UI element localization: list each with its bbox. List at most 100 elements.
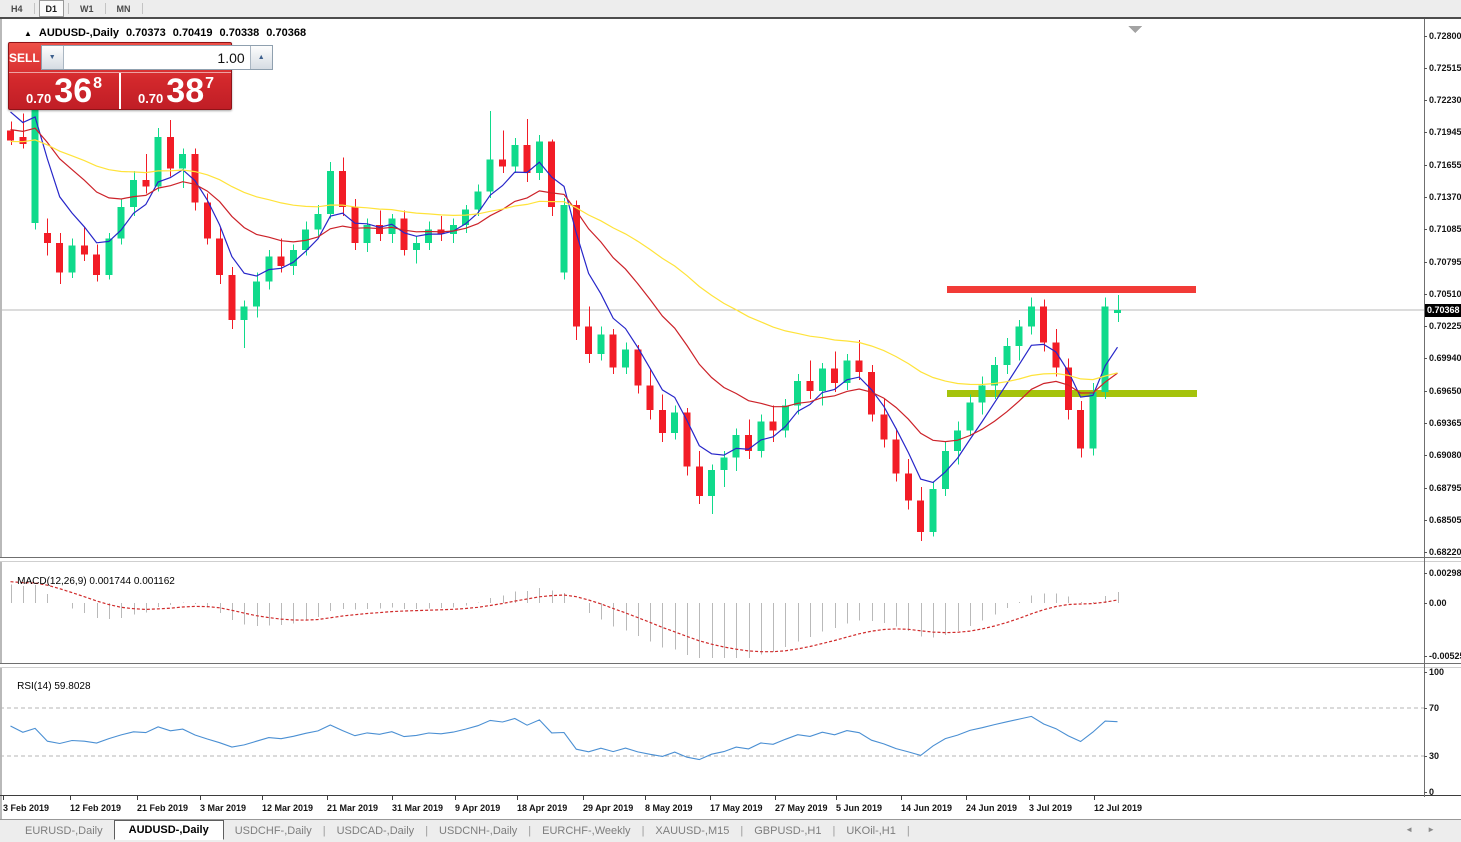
buy-button[interactable]: BUY (274, 43, 299, 72)
date-tick (966, 796, 967, 800)
candle-body (757, 422, 764, 451)
volume-increase-icon[interactable]: ▲ (250, 46, 272, 69)
bid-price[interactable]: 0.70 36 8 (9, 73, 121, 109)
macd-axis-label-tick (1424, 656, 1427, 657)
price-axis-label-tick (1424, 488, 1427, 489)
tab-xauusd-m15[interactable]: XAUUSD-,M15 (644, 822, 740, 840)
price-axis-label-tick (1424, 423, 1427, 424)
date-axis-label: 9 Apr 2019 (455, 802, 500, 814)
chart-symbol: AUDUSD-,Daily (39, 27, 119, 39)
price-axis-label: 0.68505 (1429, 515, 1461, 526)
rsi-axis-label-tick (1424, 672, 1427, 673)
rsi-value: 59.8028 (54, 681, 90, 692)
tab-scroll-right-icon[interactable]: ► (1427, 825, 1435, 834)
price-axis-label-tick (1424, 165, 1427, 166)
timeframe-button-d1[interactable]: D1 (39, 0, 65, 17)
candle-body (81, 245, 88, 254)
date-tick (583, 796, 584, 800)
candle-body (536, 142, 543, 174)
timeframe-button-h4[interactable]: H4 (4, 0, 30, 17)
price-axis-label-tick (1424, 326, 1427, 327)
tab-gbpusd-h1[interactable]: GBPUSD-,H1 (743, 822, 832, 840)
collapse-panel-icon[interactable]: ▲ (24, 29, 32, 38)
sell-button[interactable]: SELL (9, 43, 40, 72)
date-tick (710, 796, 711, 800)
tab-usdcad-daily[interactable]: USDCAD-,Daily (326, 822, 426, 840)
date-tick (327, 796, 328, 800)
price-axis-label-tick (1424, 132, 1427, 133)
tab-eurusd-daily[interactable]: EURUSD-,Daily (14, 822, 114, 840)
chart-shift-marker-icon[interactable] (1128, 26, 1142, 33)
rsi-axis-label: 30 (1429, 751, 1461, 762)
date-tick (455, 796, 456, 800)
candles (7, 101, 1121, 541)
tab-usdchf-daily[interactable]: USDCHF-,Daily (224, 822, 323, 840)
date-axis-label: 17 May 2019 (710, 802, 763, 814)
timeframe-button-w1[interactable]: W1 (73, 0, 101, 17)
candle-body (487, 160, 494, 192)
rsi-axis-label: 100 (1429, 667, 1461, 678)
date-axis-label: 5 Jun 2019 (836, 802, 882, 814)
candle-body (7, 130, 14, 140)
tab-scroll-controls: ◄ ► (1405, 825, 1435, 834)
date-axis-label: 27 May 2019 (775, 802, 828, 814)
resistance-line[interactable] (947, 286, 1196, 293)
candle-body (499, 160, 506, 167)
candle-body (155, 137, 162, 187)
toolbar-separator (68, 3, 69, 14)
candle-body (241, 306, 248, 320)
price-axis-label-tick (1424, 36, 1427, 37)
ohlc-close: 0.70368 (266, 27, 306, 39)
candle-body (880, 415, 887, 440)
candle-body (1016, 327, 1023, 346)
date-axis-label: 12 Feb 2019 (70, 802, 121, 814)
candle-body (610, 335, 617, 368)
candle-body (893, 440, 900, 474)
date-axis-label: 24 Jun 2019 (966, 802, 1017, 814)
candle-body (413, 243, 420, 250)
tab-eurchf-weekly[interactable]: EURCHF-,Weekly (531, 822, 641, 840)
ask-price-prefix: 0.70 (138, 92, 163, 106)
bid-price-sup: 8 (93, 75, 102, 93)
tab-ukoil-h1[interactable]: UKOil-,H1 (835, 822, 907, 840)
bid-price-big: 36 (54, 78, 92, 106)
candle-body (979, 385, 986, 402)
chart-title: ▲ AUDUSD-,Daily 0.70373 0.70419 0.70338 … (24, 27, 306, 39)
candle-body (462, 209, 469, 225)
macd-axis-label: 0.00 (1429, 598, 1461, 609)
macd-axis-label-tick (1424, 603, 1427, 604)
volume-input[interactable] (64, 46, 250, 69)
tab-scroll-left-icon[interactable]: ◄ (1405, 825, 1413, 834)
ask-price[interactable]: 0.70 38 7 (121, 73, 231, 109)
tab-usdcnh-daily[interactable]: USDCNH-,Daily (428, 822, 528, 840)
price-axis-label: 0.71945 (1429, 127, 1461, 138)
date-axis-label: 29 Apr 2019 (583, 802, 633, 814)
volume-decrease-icon[interactable]: ▼ (42, 46, 64, 69)
candle-body (622, 349, 629, 367)
candle-body (204, 203, 211, 239)
macd-pane[interactable] (0, 562, 1424, 663)
price-axis-label: 0.70225 (1429, 321, 1461, 332)
candle-body (1065, 367, 1072, 410)
candle-body (930, 489, 937, 532)
candle-body (142, 180, 149, 187)
price-axis-separator (1424, 19, 1425, 797)
candle-body (819, 368, 826, 391)
date-tick (775, 796, 776, 800)
candle-body (69, 245, 76, 272)
candle-body (1028, 306, 1035, 326)
candle-body (720, 458, 727, 470)
date-axis-label: 3 Jul 2019 (1029, 802, 1072, 814)
rsi-pane[interactable] (0, 668, 1424, 795)
ma-fast (11, 112, 1118, 483)
tab-audusd-daily[interactable]: AUDUSD-,Daily (114, 820, 224, 840)
date-tick (645, 796, 646, 800)
date-axis-separator (0, 795, 1461, 796)
candle-body (524, 145, 531, 173)
ohlc-low: 0.70338 (220, 27, 260, 39)
volume-spinner: ▼ ▲ (41, 45, 273, 70)
date-tick (200, 796, 201, 800)
candle-body (1102, 306, 1109, 392)
macd-label: MACD(12,26,9) 0.001744 0.001162 (6, 565, 175, 598)
timeframe-button-mn[interactable]: MN (110, 0, 138, 17)
